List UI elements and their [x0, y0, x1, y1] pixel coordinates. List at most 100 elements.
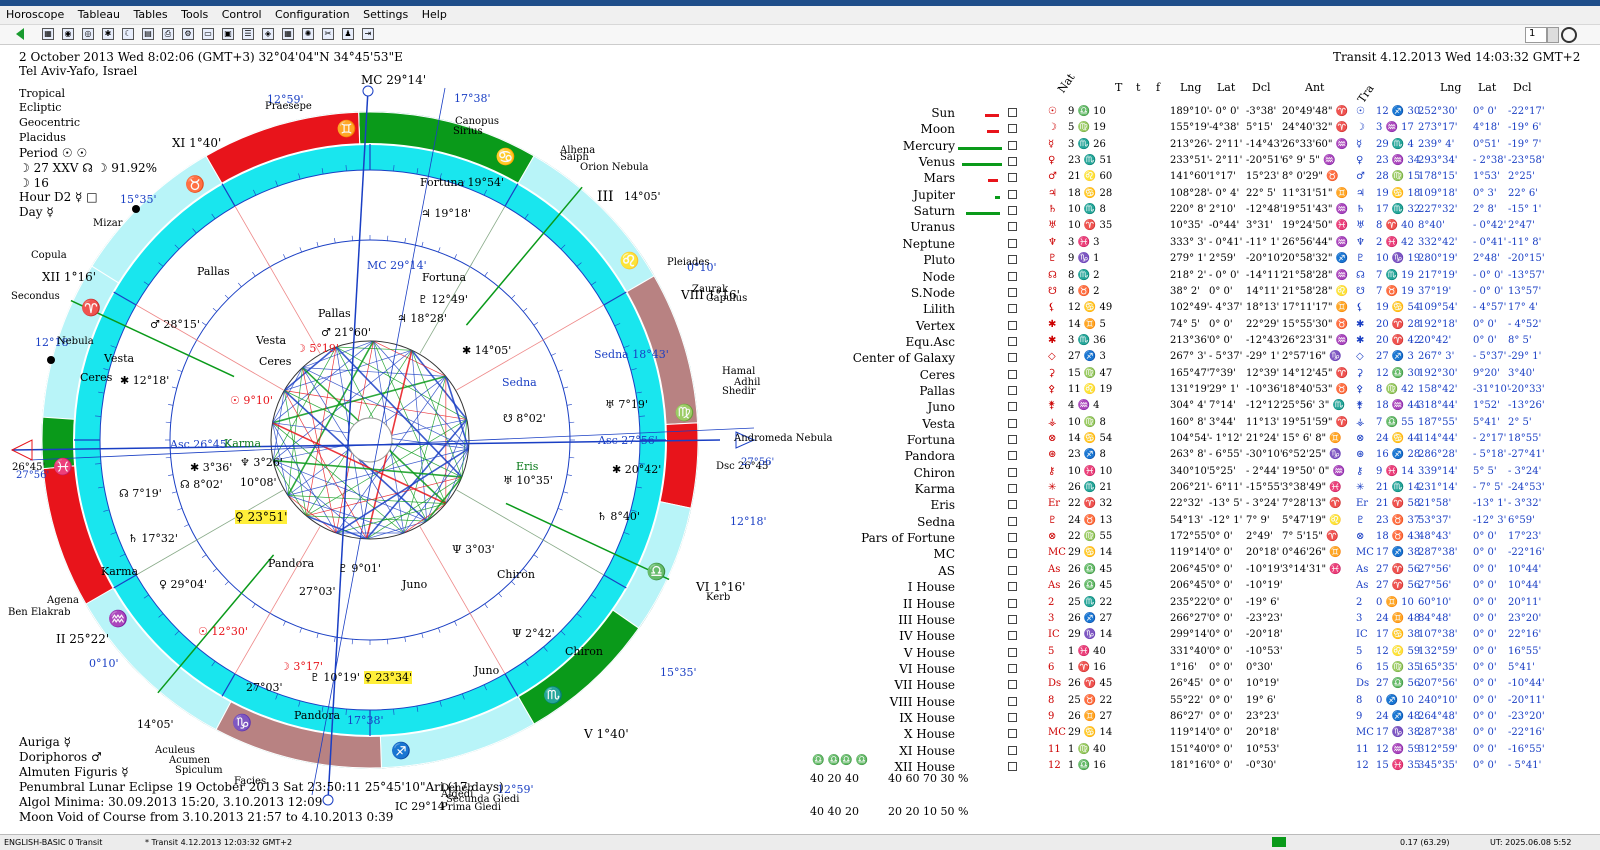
table-cell-name[interactable]: Sun	[931, 106, 955, 120]
table-cell-name[interactable]: Uranus	[910, 220, 955, 234]
row-checkbox[interactable]	[1008, 255, 1017, 265]
spin-input[interactable]: 1	[1525, 27, 1547, 43]
row-checkbox[interactable]	[1008, 206, 1017, 216]
table-cell-name[interactable]: X House	[904, 727, 955, 741]
transit-planet-label[interactable]: ♀ 29°04'	[159, 578, 207, 591]
row-checkbox[interactable]	[1008, 189, 1017, 199]
tools-icon[interactable]: ⚙	[182, 28, 194, 40]
menu-tables[interactable]: Tables	[129, 6, 171, 21]
print-icon[interactable]: ⎙	[162, 28, 174, 40]
natal-planet-label[interactable]: ♃ 18°28'	[397, 312, 447, 325]
natal-planet-label[interactable]: Vesta	[256, 334, 286, 347]
natal-planet-label[interactable]: ♆ 3°26'	[240, 456, 283, 469]
table-cell-name[interactable]: VIII House	[890, 695, 955, 709]
transit-planet-label[interactable]: Ceres	[80, 371, 112, 384]
table-cell-name[interactable]: Pluto	[923, 253, 955, 267]
row-checkbox[interactable]	[1008, 631, 1017, 641]
table-cell-name[interactable]: Ceres	[920, 368, 955, 382]
table-cell-name[interactable]: Pallas	[919, 384, 955, 398]
table-cell-name[interactable]: Saturn	[914, 204, 955, 218]
menu-settings[interactable]: Settings	[359, 6, 412, 21]
row-checkbox[interactable]	[1008, 467, 1017, 477]
frame-icon[interactable]: ▣	[222, 28, 234, 40]
row-checkbox[interactable]	[1008, 157, 1017, 167]
table-cell-name[interactable]: IX House	[899, 711, 955, 725]
natal-planet-label[interactable]: ✱ 14°05'	[462, 344, 511, 357]
natal-planet-label[interactable]: Fortuna	[422, 271, 466, 284]
grid-icon[interactable]: ▤	[142, 28, 154, 40]
row-checkbox[interactable]	[1008, 712, 1017, 722]
natal-planet-label[interactable]: Chiron	[497, 568, 535, 581]
row-checkbox[interactable]	[1008, 582, 1017, 592]
natal-planet-label[interactable]: ♂ 21°60'	[321, 326, 371, 339]
row-checkbox[interactable]	[1008, 271, 1017, 281]
grid2-icon[interactable]: ▦	[282, 28, 294, 40]
list-icon[interactable]: ☰	[242, 28, 254, 40]
table-cell-name[interactable]: Vertex	[916, 319, 955, 333]
window-icon[interactable]: ▭	[202, 28, 214, 40]
row-checkbox[interactable]	[1008, 729, 1017, 739]
row-checkbox[interactable]	[1008, 614, 1017, 624]
transit-planet-label[interactable]: ♃ 19°18'	[421, 207, 471, 220]
natal-planet-label[interactable]: ♄ 8°40'	[597, 510, 640, 523]
table-cell-name[interactable]: MC	[934, 547, 955, 561]
transit-planet-label[interactable]: ♂ 28°15'	[150, 318, 200, 331]
natal-planet-label[interactable]: 10°08'	[240, 476, 277, 489]
table-cell-name[interactable]: Mercury	[903, 139, 955, 153]
row-checkbox[interactable]	[1008, 353, 1017, 363]
transit-planet-label[interactable]: ♀ 23°34'	[364, 671, 413, 684]
row-checkbox[interactable]	[1008, 418, 1017, 428]
natal-planet-label[interactable]: 27°03'	[299, 585, 336, 598]
transit-planet-label[interactable]: Vesta	[104, 352, 134, 365]
natal-planet-label[interactable]: Juno	[402, 578, 427, 591]
table-cell-name[interactable]: AS	[938, 564, 955, 578]
natal-planet-label[interactable]: Pandora	[268, 557, 314, 570]
row-checkbox[interactable]	[1008, 173, 1017, 183]
table-cell-name[interactable]: Sedna	[917, 515, 955, 529]
globe-icon[interactable]: ◉	[62, 28, 74, 40]
natal-planet-label[interactable]: ♇ 9°01'	[338, 562, 381, 575]
row-checkbox[interactable]	[1008, 435, 1017, 444]
natal-planet-label[interactable]: ✱ 3°36'	[190, 461, 232, 474]
natal-planet-label[interactable]: ♅ 10°35'	[503, 474, 553, 487]
chart-icon[interactable]: ✱	[102, 28, 114, 40]
row-checkbox[interactable]	[1008, 762, 1017, 771]
row-checkbox[interactable]	[1008, 680, 1017, 690]
row-checkbox[interactable]	[1008, 549, 1017, 559]
table-cell-name[interactable]: Karma	[915, 482, 955, 496]
menu-configuration[interactable]: Configuration	[271, 6, 354, 21]
table-cell-name[interactable]: Venus	[919, 155, 955, 169]
row-checkbox[interactable]	[1008, 745, 1017, 755]
row-checkbox[interactable]	[1008, 516, 1017, 526]
natal-planet-label[interactable]: Sedna	[502, 376, 537, 389]
menu-tools[interactable]: Tools	[177, 6, 212, 21]
row-checkbox[interactable]	[1008, 696, 1017, 706]
table-cell-name[interactable]: Equ.Asc	[905, 335, 955, 349]
transit-planet-label[interactable]: Karma	[101, 565, 138, 578]
table-cell-name[interactable]: Node	[922, 270, 955, 284]
row-checkbox[interactable]	[1008, 124, 1017, 134]
table-cell-name[interactable]: V House	[904, 646, 955, 660]
menu-control[interactable]: Control	[218, 6, 266, 21]
natal-planet-label[interactable]: ♇ 12°49'	[418, 293, 468, 306]
natal-planet-label[interactable]: ☊ 8°02'	[180, 478, 223, 491]
menu-tableau[interactable]: Tableau	[74, 6, 124, 21]
wheel-icon[interactable]: ◎	[82, 28, 94, 40]
row-checkbox[interactable]	[1008, 304, 1017, 314]
search-icon[interactable]	[1561, 27, 1577, 43]
row-checkbox[interactable]	[1008, 369, 1017, 379]
table-cell-name[interactable]: III House	[898, 613, 955, 627]
wheel2-icon[interactable]: ✺	[302, 28, 314, 40]
transit-planet-label[interactable]: Fortuna 19°54'	[420, 176, 504, 189]
table-cell-name[interactable]: Mars	[924, 171, 955, 185]
transit-planet-label[interactable]: ♅ 7°19'	[605, 398, 648, 411]
table-cell-name[interactable]: Lilith	[923, 302, 955, 316]
row-checkbox[interactable]	[1008, 451, 1017, 461]
natal-planet-label[interactable]: ♀ 23°51'	[235, 510, 288, 524]
menu-help[interactable]: Help	[418, 6, 451, 21]
transit-planet-label[interactable]: 27°03'	[246, 681, 283, 694]
transit-planet-label[interactable]: ☊ 7°19'	[119, 487, 162, 500]
table-cell-name[interactable]: Fortuna	[907, 433, 955, 447]
natal-planet-label[interactable]: ☽ 5°19'	[296, 342, 339, 355]
row-checkbox[interactable]	[1008, 565, 1017, 575]
